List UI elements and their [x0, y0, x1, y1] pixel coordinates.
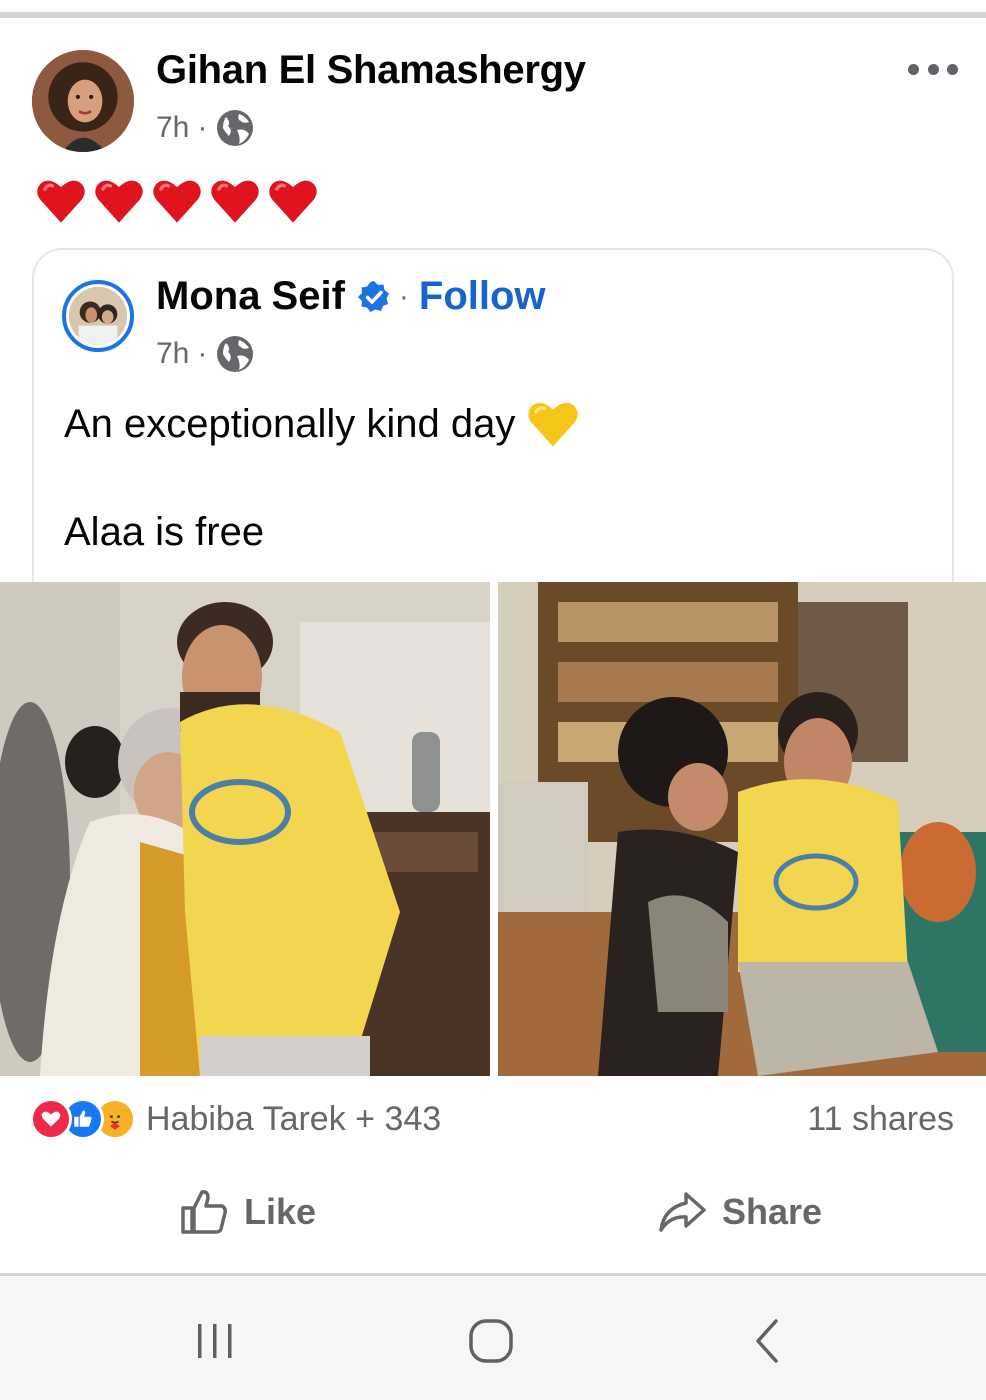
post-content-hearts [34, 174, 320, 228]
reactors-text[interactable]: Habiba Tarek + 343 [146, 1100, 441, 1139]
shared-author-row: Mona Seif · Follow [156, 274, 546, 319]
shared-author-name[interactable]: Mona Seif [156, 274, 345, 319]
more-options-icon[interactable] [908, 56, 958, 82]
meta-separator: · [197, 337, 208, 370]
recent-apps-icon[interactable] [190, 1316, 240, 1366]
shared-author-avatar[interactable] [62, 280, 134, 352]
red-heart-icon [211, 180, 259, 223]
like-button[interactable]: Like [178, 1186, 316, 1238]
author-name[interactable]: Gihan El Shamashergy [156, 48, 586, 93]
shared-post-text-line1: An exceptionally kind day [64, 396, 581, 452]
globe-icon[interactable] [215, 108, 255, 148]
shared-post-meta: 7h · [156, 334, 255, 374]
globe-icon[interactable] [215, 334, 255, 374]
yellow-heart-icon [528, 402, 579, 447]
shared-post-text-line2: Alaa is free [64, 510, 265, 554]
share-button[interactable]: Share [656, 1186, 822, 1238]
red-heart-icon [37, 180, 85, 223]
post-photo-left[interactable] [0, 582, 490, 1076]
verified-badge-icon [357, 280, 389, 312]
share-label: Share [722, 1191, 823, 1232]
like-label: Like [244, 1191, 317, 1232]
home-icon[interactable] [466, 1316, 516, 1366]
love-reaction-icon [30, 1098, 72, 1140]
meta-separator: · [197, 111, 208, 144]
shared-post-time[interactable]: 7h [156, 337, 189, 371]
system-navigation-bar [0, 1276, 986, 1400]
reaction-summary[interactable]: Habiba Tarek + 343 [30, 1098, 441, 1140]
follow-button[interactable]: Follow [419, 274, 546, 319]
shared-post-text: An exceptionally kind day [64, 401, 516, 446]
red-heart-icon [153, 180, 201, 223]
thumbs-up-icon [181, 1190, 227, 1234]
post-time[interactable]: 7h [156, 111, 189, 145]
post-meta: 7h · [156, 108, 255, 148]
back-icon[interactable] [744, 1316, 794, 1366]
top-divider [0, 12, 986, 18]
share-arrow-icon [659, 1192, 706, 1232]
author-avatar[interactable] [32, 50, 134, 152]
red-heart-icon [95, 180, 143, 223]
shares-count[interactable]: 11 shares [807, 1100, 954, 1139]
red-heart-icon [269, 180, 317, 223]
follow-separator: · [398, 279, 409, 313]
post-actions: Like Share [0, 1186, 986, 1250]
post-photo-right[interactable] [498, 582, 986, 1076]
